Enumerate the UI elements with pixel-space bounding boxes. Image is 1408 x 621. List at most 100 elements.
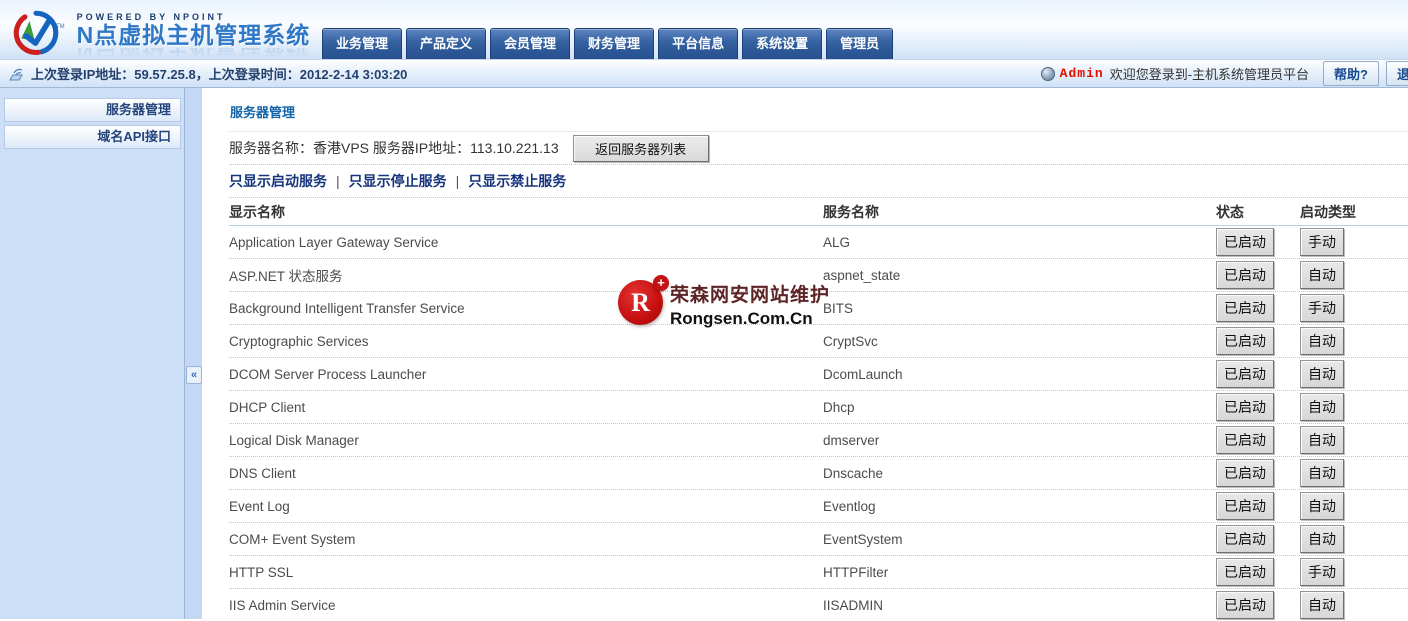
- service-status-button[interactable]: 已启动: [1216, 558, 1274, 586]
- column-header-service-name: 服务名称: [823, 202, 1216, 222]
- table-row: Cryptographic ServicesCryptSvc已启动自动: [229, 325, 1408, 358]
- startup-cell: 自动: [1300, 261, 1344, 289]
- service-display-name: HTTP SSL: [229, 565, 823, 580]
- service-status-button[interactable]: 已启动: [1216, 261, 1274, 289]
- table-row: COM+ Event SystemEventSystem已启动自动: [229, 523, 1408, 556]
- service-display-name: ASP.NET 状态服务: [229, 265, 823, 285]
- startup-cell: 自动: [1300, 360, 1344, 388]
- table-row: DNS ClientDnscache已启动自动: [229, 457, 1408, 490]
- table-row: Application Layer Gateway ServiceALG已启动手…: [229, 226, 1408, 259]
- service-name: Dhcp: [823, 400, 1216, 415]
- service-display-name: DHCP Client: [229, 400, 823, 415]
- powered-by-text: POWERED BY NPOINT: [77, 12, 311, 22]
- service-status-button[interactable]: 已启动: [1216, 525, 1274, 553]
- logo: TM POWERED BY NPOINT N点虚拟主机管理系统 N点虚拟主机管理…: [12, 6, 310, 60]
- nav-tab-1[interactable]: 业务管理: [322, 28, 402, 59]
- service-name: Dnscache: [823, 466, 1216, 481]
- status-cell: 已启动: [1216, 228, 1274, 256]
- column-header-status: 状态: [1216, 202, 1300, 222]
- column-header-display-name: 显示名称: [229, 202, 823, 222]
- column-header-startup-type: 启动类型: [1300, 202, 1408, 222]
- service-name: Eventlog: [823, 499, 1216, 514]
- help-button[interactable]: 帮助?: [1323, 61, 1379, 86]
- service-name: aspnet_state: [823, 268, 1216, 283]
- service-status-button[interactable]: 已启动: [1216, 228, 1274, 256]
- service-startup-type-button[interactable]: 自动: [1300, 327, 1344, 355]
- service-status-button[interactable]: 已启动: [1216, 459, 1274, 487]
- sidebar-divider: «: [184, 88, 202, 619]
- service-startup-type-button[interactable]: 自动: [1300, 525, 1344, 553]
- service-startup-type-button[interactable]: 自动: [1300, 426, 1344, 454]
- startup-cell: 自动: [1300, 426, 1344, 454]
- service-status-button[interactable]: 已启动: [1216, 492, 1274, 520]
- collapse-sidebar-button[interactable]: «: [186, 366, 202, 384]
- service-status-button[interactable]: 已启动: [1216, 327, 1274, 355]
- filter-link-1[interactable]: 只显示启动服务: [229, 171, 327, 191]
- service-name: dmserver: [823, 433, 1216, 448]
- service-startup-type-button[interactable]: 手动: [1300, 558, 1344, 586]
- service-startup-type-button[interactable]: 自动: [1300, 360, 1344, 388]
- startup-cell: 手动: [1300, 228, 1344, 256]
- service-display-name: IIS Admin Service: [229, 598, 823, 613]
- service-startup-type-button[interactable]: 自动: [1300, 261, 1344, 289]
- filter-separator: |: [456, 173, 460, 189]
- sidebar-item-1[interactable]: 服务器管理: [4, 98, 181, 122]
- service-name: BITS: [823, 301, 1216, 316]
- nav-tab-3[interactable]: 会员管理: [490, 28, 570, 59]
- filter-link-2[interactable]: 只显示停止服务: [349, 171, 447, 191]
- service-display-name: Logical Disk Manager: [229, 433, 823, 448]
- section-title: 服务器管理: [229, 96, 1408, 132]
- service-display-name: Background Intelligent Transfer Service: [229, 301, 823, 316]
- nav-tab-7[interactable]: 管理员: [826, 28, 893, 59]
- service-startup-type-button[interactable]: 自动: [1300, 459, 1344, 487]
- service-startup-type-button[interactable]: 手动: [1300, 228, 1344, 256]
- service-startup-type-button[interactable]: 自动: [1300, 393, 1344, 421]
- service-table-body: Application Layer Gateway ServiceALG已启动手…: [229, 226, 1408, 621]
- sidebar-item-2[interactable]: 域名API接口: [4, 125, 181, 149]
- nav-tab-4[interactable]: 财务管理: [574, 28, 654, 59]
- service-status-button[interactable]: 已启动: [1216, 360, 1274, 388]
- service-display-name: Event Log: [229, 499, 823, 514]
- service-display-name: Application Layer Gateway Service: [229, 235, 823, 250]
- service-name: CryptSvc: [823, 334, 1216, 349]
- startup-cell: 自动: [1300, 591, 1344, 619]
- welcome-text: 欢迎您登录到-主机系统管理员平台: [1110, 64, 1309, 83]
- startup-cell: 手动: [1300, 294, 1344, 322]
- service-display-name: DCOM Server Process Launcher: [229, 367, 823, 382]
- status-cell: 已启动: [1216, 393, 1274, 421]
- table-row: DHCP ClientDhcp已启动自动: [229, 391, 1408, 424]
- service-status-button[interactable]: 已启动: [1216, 393, 1274, 421]
- startup-cell: 手动: [1300, 558, 1344, 586]
- npoint-logo-icon: [12, 10, 60, 56]
- startup-cell: 自动: [1300, 327, 1344, 355]
- table-row: ASP.NET 状态服务aspnet_state已启动自动: [229, 259, 1408, 292]
- content: 服务器管理 服务器名称：香港VPS 服务器IP地址：113.10.221.13 …: [202, 88, 1408, 619]
- status-cell: 已启动: [1216, 261, 1274, 289]
- service-status-button[interactable]: 已启动: [1216, 591, 1274, 619]
- service-name: DcomLaunch: [823, 367, 1216, 382]
- back-to-server-list-button[interactable]: 返回服务器列表: [573, 135, 709, 162]
- app-title: N点虚拟主机管理系统: [77, 22, 311, 48]
- service-display-name: Cryptographic Services: [229, 334, 823, 349]
- service-name: ALG: [823, 235, 1216, 250]
- nav-tab-2[interactable]: 产品定义: [406, 28, 486, 59]
- nav-tab-6[interactable]: 系统设置: [742, 28, 822, 59]
- service-startup-type-button[interactable]: 自动: [1300, 591, 1344, 619]
- service-startup-type-button[interactable]: 自动: [1300, 492, 1344, 520]
- filter-link-3[interactable]: 只显示禁止服务: [468, 171, 566, 191]
- filter-links: 只显示启动服务|只显示停止服务|只显示禁止服务: [229, 165, 1408, 198]
- table-row: Event LogEventlog已启动自动: [229, 490, 1408, 523]
- status-cell: 已启动: [1216, 591, 1274, 619]
- service-status-button[interactable]: 已启动: [1216, 294, 1274, 322]
- logout-button[interactable]: 退出: [1386, 61, 1408, 86]
- user-icon: [1041, 67, 1055, 81]
- app-title-reflection: N点虚拟主机管理系统: [77, 48, 311, 60]
- service-startup-type-button[interactable]: 手动: [1300, 294, 1344, 322]
- status-cell: 已启动: [1216, 426, 1274, 454]
- service-status-button[interactable]: 已启动: [1216, 426, 1274, 454]
- last-login-info: 上次登录IP地址：59.57.25.8，上次登录时间：2012-2-14 3:0…: [31, 64, 407, 83]
- nav-tab-5[interactable]: 平台信息: [658, 28, 738, 59]
- service-name: EventSystem: [823, 532, 1216, 547]
- service-name: IISADMIN: [823, 598, 1216, 613]
- startup-cell: 自动: [1300, 525, 1344, 553]
